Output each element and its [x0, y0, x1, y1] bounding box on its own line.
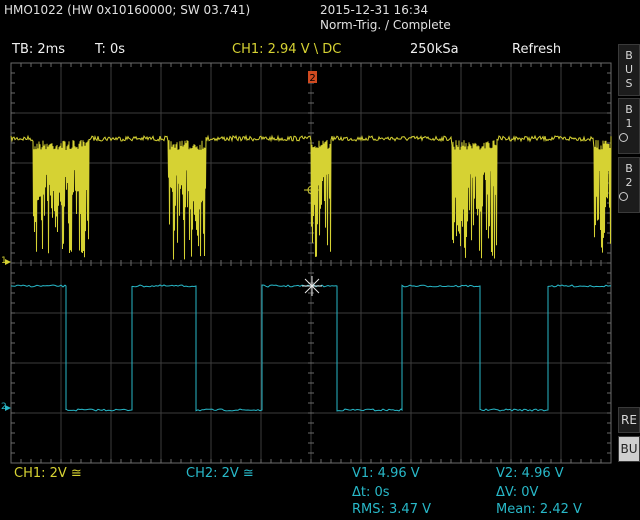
bus-softkey[interactable]: B U S — [618, 44, 640, 96]
b1-selector-icon — [619, 133, 628, 142]
trigger-position-label: 2 — [309, 73, 315, 84]
delta-v-readout: ΔV: 0V — [496, 485, 539, 500]
bus-b2-softkey[interactable]: B 2 — [618, 157, 640, 213]
trigger-level-marker: T — [601, 186, 608, 196]
bus-b1-softkey[interactable]: B 1 — [618, 98, 640, 154]
bu-softkey[interactable]: BU — [618, 436, 640, 462]
cursor-v1-readout: V1: 4.96 V — [352, 466, 420, 481]
cursor-crosshair — [302, 276, 322, 296]
ch1-scale-readout[interactable]: CH1: 2V ≅ — [14, 466, 82, 481]
b2-selector-icon — [619, 192, 628, 201]
waveform-display[interactable]: 2 1 2 T — [0, 0, 640, 520]
cursor-v2-readout: V2: 4.96 V — [496, 466, 564, 481]
re-softkey[interactable]: RE — [618, 407, 640, 433]
rms-readout: RMS: 3.47 V — [352, 502, 431, 517]
mean-readout: Mean: 2.42 V — [496, 502, 582, 517]
delta-t-readout: Δt: 0s — [352, 485, 390, 500]
ch2-scale-readout[interactable]: CH2: 2V ≅ — [186, 466, 254, 481]
